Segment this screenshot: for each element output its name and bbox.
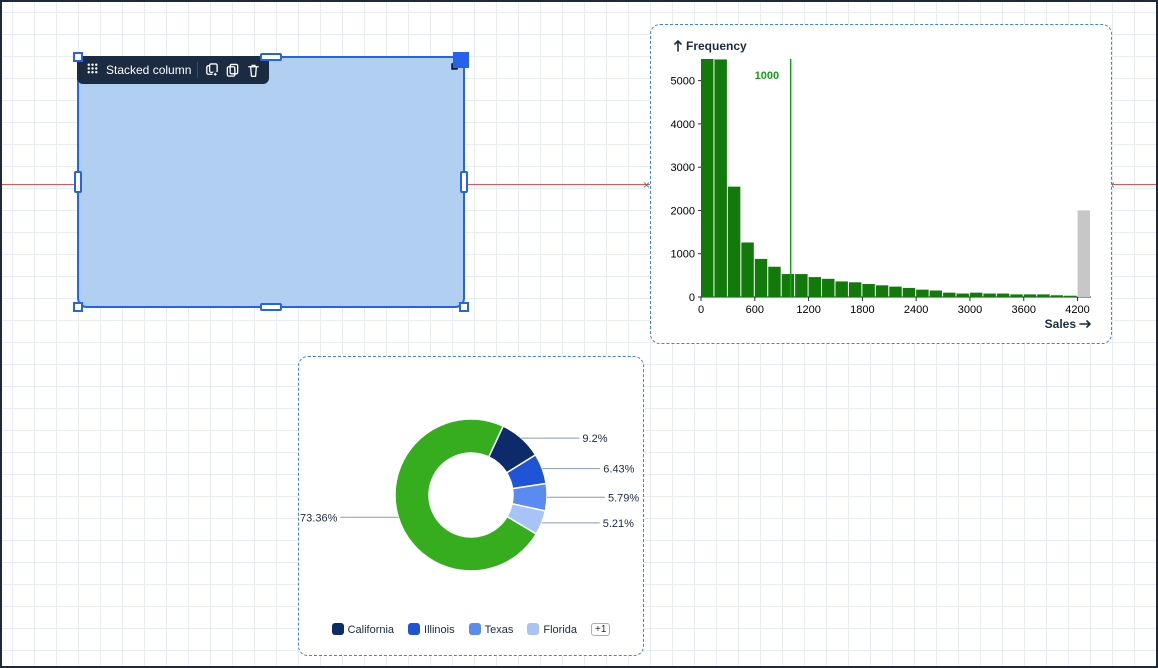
svg-text:0: 0 xyxy=(698,304,704,316)
resize-handle[interactable] xyxy=(453,52,469,68)
resize-handle[interactable] xyxy=(460,171,468,193)
svg-text:73.36%: 73.36% xyxy=(300,512,338,524)
arrow-up-icon xyxy=(673,40,683,52)
donut-legend: California Illinois Texas Florida +1 xyxy=(309,623,633,636)
selected-chart-card[interactable]: Stacked column xyxy=(77,56,465,308)
delete-button[interactable] xyxy=(246,63,261,78)
y-axis-label: Frequency xyxy=(673,39,747,53)
histogram-chart-card[interactable]: Frequency Sales 010002000300040005000060… xyxy=(650,24,1112,344)
legend-overflow[interactable]: +1 xyxy=(591,623,610,636)
legend-item: California xyxy=(332,623,394,636)
resize-handle[interactable] xyxy=(260,53,282,61)
svg-text:6.43%: 6.43% xyxy=(603,464,634,476)
svg-text:1000: 1000 xyxy=(755,70,779,82)
svg-text:5.79%: 5.79% xyxy=(608,492,639,504)
resize-handle[interactable] xyxy=(73,52,83,62)
selection-toolbar: Stacked column xyxy=(77,56,269,84)
toolbar-divider xyxy=(197,62,198,78)
svg-text:1000: 1000 xyxy=(671,249,695,261)
svg-text:3600: 3600 xyxy=(1012,304,1036,316)
donut-chart-card[interactable]: 9.2% 6.43% 5.79% 5.21% 73.36% California Illi… xyxy=(298,356,644,656)
resize-handle[interactable] xyxy=(459,302,469,312)
svg-text:3000: 3000 xyxy=(958,304,982,316)
svg-text:5000: 5000 xyxy=(671,76,695,88)
svg-text:3000: 3000 xyxy=(671,162,695,174)
svg-text:2000: 2000 xyxy=(671,205,695,217)
svg-text:4200: 4200 xyxy=(1065,304,1089,316)
svg-text:600: 600 xyxy=(746,304,764,316)
donut-plot: 9.2%6.43%5.79%5.21%73.36% xyxy=(311,373,631,613)
svg-text:5.21%: 5.21% xyxy=(603,518,634,530)
drag-handle-icon[interactable] xyxy=(85,61,100,79)
svg-text:1200: 1200 xyxy=(796,304,820,316)
selection-type-label: Stacked column xyxy=(106,63,191,77)
resize-handle[interactable] xyxy=(260,303,282,311)
guide-marker: × xyxy=(643,178,650,192)
copy-button[interactable] xyxy=(225,63,240,78)
svg-text:9.2%: 9.2% xyxy=(582,433,607,445)
legend-item: Florida xyxy=(527,623,577,636)
svg-text:1800: 1800 xyxy=(850,304,874,316)
histogram-plot: 0 1000 2000 3000 4000 5000 0 600 1200 1800 2400 300… xyxy=(669,55,1095,331)
svg-text:0: 0 xyxy=(689,292,695,304)
resize-handle[interactable] xyxy=(73,302,83,312)
svg-text:4000: 4000 xyxy=(671,119,695,131)
resize-handle[interactable] xyxy=(74,171,82,193)
svg-text:2400: 2400 xyxy=(904,304,928,316)
legend-item: Illinois xyxy=(408,623,455,636)
duplicate-button[interactable] xyxy=(204,63,219,78)
legend-item: Texas xyxy=(469,623,514,636)
